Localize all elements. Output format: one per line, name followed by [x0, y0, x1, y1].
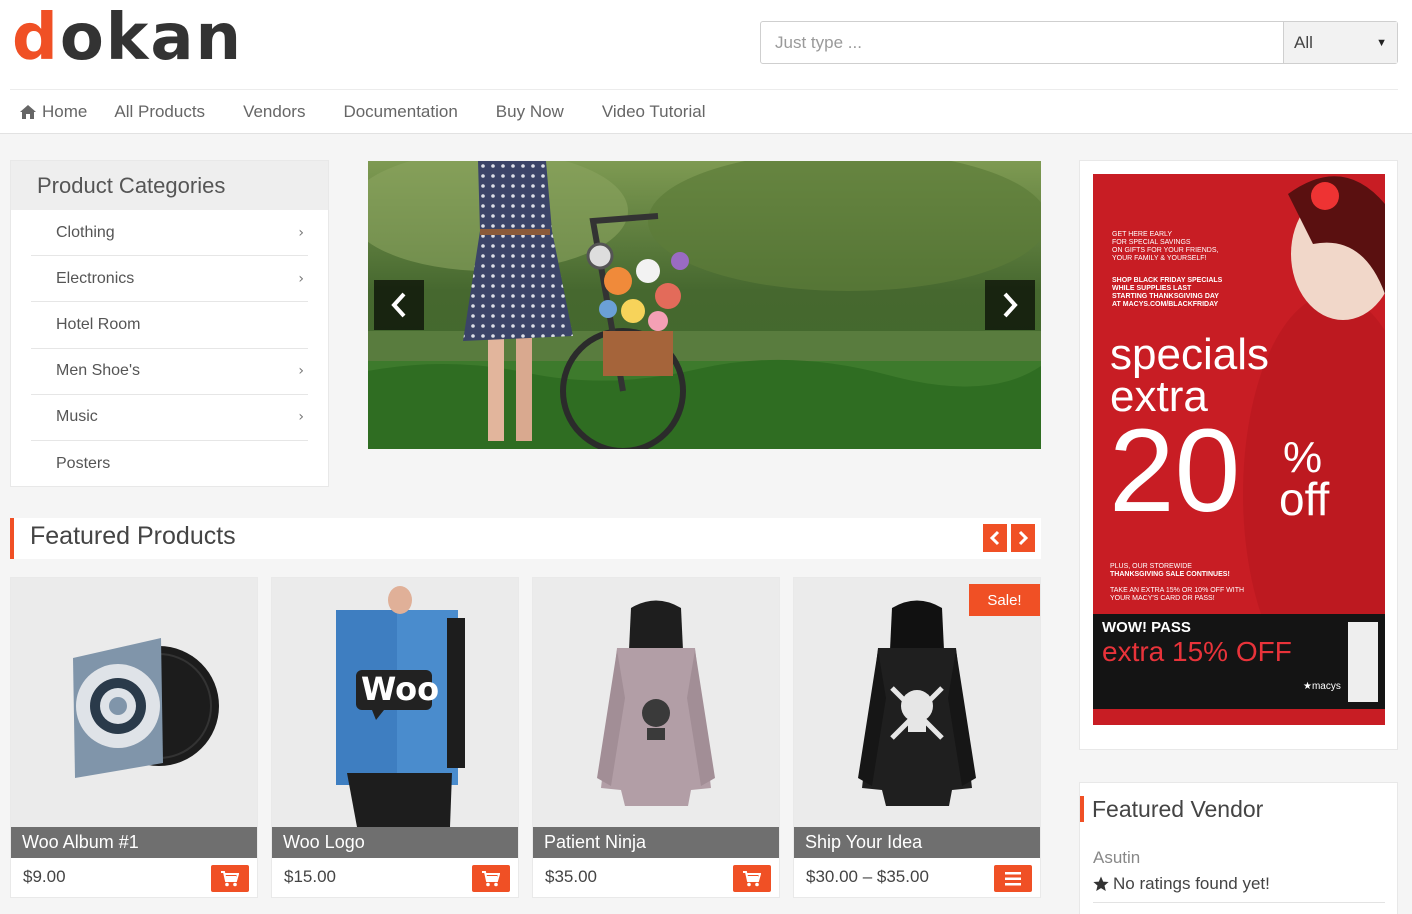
slider-prev-button[interactable]	[374, 280, 424, 330]
vinyl-album-image	[11, 578, 257, 827]
product-card[interactable]: Woo Album #1 $9.00	[10, 577, 258, 898]
search-input[interactable]	[761, 22, 1283, 63]
add-to-cart-button[interactable]	[733, 865, 771, 892]
category-item-men-shoes[interactable]: Men Shoe's ›	[31, 349, 308, 395]
add-to-cart-button[interactable]	[211, 865, 249, 892]
nav-vendors[interactable]: Vendors	[243, 102, 305, 122]
category-label: Electronics	[56, 269, 135, 287]
product-image[interactable]	[11, 578, 257, 827]
chevron-right-icon: ›	[298, 224, 304, 241]
grey-hoodie-image	[533, 578, 779, 827]
add-to-cart-button[interactable]	[472, 865, 510, 892]
product-price: $15.00	[284, 867, 336, 886]
nav-home-label: Home	[42, 101, 88, 121]
site-logo[interactable]: dokan	[12, 2, 243, 74]
product-card[interactable]: Patient Ninja $35.00	[532, 577, 780, 898]
macys-ad-banner[interactable]: GET HERE EARLY FOR SPECIAL SAVINGS ON GIFT…	[1093, 174, 1385, 725]
cart-icon	[221, 870, 239, 886]
category-item-clothing[interactable]: Clothing ›	[31, 210, 308, 257]
vendor-rating: No ratings found yet!	[1093, 874, 1270, 894]
logo-text: okan	[59, 1, 244, 75]
chevron-left-icon	[989, 530, 1000, 546]
category-item-music[interactable]: Music ›	[31, 395, 308, 441]
home-icon	[20, 104, 36, 119]
main-nav: Home All Products Vendors Documentation …	[10, 89, 1398, 133]
vendor-rating-text: No ratings found yet!	[1113, 874, 1270, 893]
cart-icon	[482, 870, 500, 886]
ad-plus: PLUS, OUR STOREWIDE THANKSGIVING SALE CON…	[1110, 563, 1230, 578]
category-label: Music	[56, 408, 98, 426]
product-categories-widget: Product Categories Clothing › Electronics…	[10, 160, 329, 487]
category-label: Men Shoe's	[56, 362, 140, 380]
slider-next-button[interactable]	[985, 280, 1035, 330]
divider	[1093, 902, 1385, 903]
ad-off: off	[1279, 473, 1330, 525]
product-image[interactable]: Sale!	[794, 578, 1040, 827]
vendor-name-link[interactable]: Asutin	[1093, 848, 1140, 868]
featured-next-button[interactable]	[1011, 524, 1035, 552]
chevron-left-icon	[391, 292, 406, 318]
site-header: dokan All ▼ Home All Products Vendors Do…	[0, 0, 1412, 134]
product-image[interactable]: Woo	[272, 578, 518, 827]
chevron-right-icon	[1003, 292, 1018, 318]
search-filter-value: All	[1294, 32, 1313, 52]
product-name[interactable]: Patient Ninja	[533, 827, 779, 858]
product-name[interactable]: Ship Your Idea	[794, 827, 1040, 858]
chevron-right-icon: ›	[298, 363, 304, 380]
cart-icon	[743, 870, 761, 886]
logo-letter-d: d	[12, 1, 60, 75]
ad-widget: GET HERE EARLY FOR SPECIAL SAVINGS ON GIFT…	[1079, 160, 1398, 750]
nav-documentation[interactable]: Documentation	[343, 102, 457, 122]
product-price: $35.00	[545, 867, 597, 886]
product-card[interactable]: Woo Woo Logo $15.00	[271, 577, 519, 898]
product-card[interactable]: Sale! Ship Your Idea $30.00 – $35.00	[793, 577, 1041, 898]
hero-slider	[368, 161, 1041, 449]
chevron-right-icon: ›	[298, 409, 304, 426]
ad-percent: 20	[1109, 405, 1241, 537]
category-item-hotel-room[interactable]: Hotel Room	[31, 302, 308, 349]
category-item-electronics[interactable]: Electronics ›	[31, 256, 308, 303]
nav-video-tutorial[interactable]: Video Tutorial	[602, 102, 706, 122]
product-name[interactable]: Woo Album #1	[11, 827, 257, 858]
nav-home[interactable]: Home	[20, 102, 87, 122]
nav-all-products[interactable]: All Products	[114, 102, 205, 122]
woo-logo-mark: Woo	[361, 670, 440, 708]
product-price: $30.00 – $35.00	[806, 867, 929, 886]
menu-icon	[1005, 871, 1021, 885]
ad-pass-offer: extra 15% OFF	[1102, 636, 1292, 667]
slide-image	[368, 161, 1041, 449]
category-label: Hotel Room	[56, 315, 141, 333]
caret-down-icon: ▼	[1376, 36, 1387, 49]
chevron-right-icon	[1018, 530, 1029, 546]
featured-products-nav	[983, 524, 1035, 552]
featured-products-header: Featured Products	[10, 518, 1041, 559]
featured-vendor-title: Featured Vendor	[1080, 796, 1263, 822]
product-name[interactable]: Woo Logo	[272, 827, 518, 858]
category-label: Posters	[56, 455, 111, 473]
search-bar: All ▼	[760, 21, 1398, 64]
category-label: Clothing	[56, 223, 115, 241]
star-icon	[1093, 876, 1109, 891]
nav-buy-now[interactable]: Buy Now	[496, 102, 564, 122]
ad-shop-text: SHOP BLACK FRIDAY SPECIALS WHILE SUPPLIES…	[1112, 277, 1223, 308]
search-category-select[interactable]: All ▼	[1283, 22, 1397, 63]
select-options-button[interactable]	[994, 865, 1032, 892]
sale-badge: Sale!	[969, 584, 1040, 616]
categories-title: Product Categories	[11, 161, 328, 210]
featured-prev-button[interactable]	[983, 524, 1007, 552]
chevron-right-icon: ›	[298, 270, 304, 287]
ad-brand: ★macys	[1303, 681, 1341, 692]
category-item-posters[interactable]: Posters	[31, 441, 308, 487]
featured-vendor-widget: Featured Vendor Asutin No ratings found …	[1079, 782, 1398, 914]
ad-take: TAKE AN EXTRA 15% OR 10% OFF WITH YOUR MA…	[1110, 587, 1245, 602]
ad-pass-title: WOW! PASS	[1102, 619, 1191, 636]
product-price: $9.00	[23, 867, 66, 886]
product-image[interactable]	[533, 578, 779, 827]
ad-intro: GET HERE EARLY FOR SPECIAL SAVINGS ON GIFT…	[1112, 231, 1219, 262]
featured-products-title: Featured Products	[30, 522, 236, 550]
